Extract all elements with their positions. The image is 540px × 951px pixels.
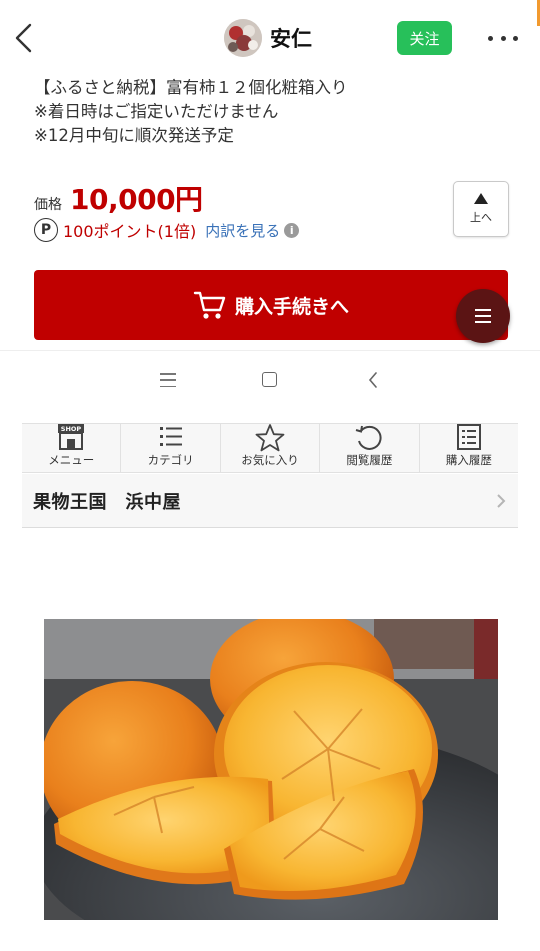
- description-line: 【ふるさと納税】富有柿１２個化粧箱入り: [34, 78, 348, 97]
- app-top-bar: 安仁 关注: [0, 0, 540, 78]
- price-value: 10,000円: [70, 183, 203, 216]
- recent-apps-icon[interactable]: [160, 373, 176, 387]
- description-line: ※着日時はご指定いただけません: [34, 102, 279, 121]
- price-row: 価格 10,000円: [34, 178, 203, 218]
- description-line: ※12月中旬に順次発送予定: [34, 126, 234, 145]
- menu-line: [475, 309, 491, 311]
- chevron-right-icon: [497, 494, 506, 508]
- info-icon[interactable]: i: [284, 222, 300, 238]
- more-dot: [488, 35, 493, 41]
- account-header[interactable]: 安仁: [224, 18, 312, 58]
- points-icon: P: [34, 218, 58, 242]
- system-back-icon[interactable]: [367, 371, 379, 389]
- follow-button[interactable]: 关注: [397, 21, 452, 55]
- shopnav-label: お気に入り: [241, 453, 299, 467]
- scroll-to-top-label: 上へ: [470, 211, 492, 224]
- avatar-image: [224, 19, 262, 57]
- shopnav-label: カテゴリ: [147, 453, 194, 467]
- shop-name: 果物王国 浜中屋: [33, 491, 181, 513]
- points-row: P 100ポイント(1倍) 内訳を見る i: [34, 217, 300, 243]
- recent-line: [160, 385, 176, 387]
- price-label: 価格: [34, 197, 62, 213]
- shopnav-item-favorites[interactable]: お気に入り: [221, 424, 321, 472]
- shopnav-label: 購入履歴: [445, 453, 492, 467]
- shopnav-item-purchase-history[interactable]: 購入履歴: [420, 424, 518, 472]
- account-name: 安仁: [270, 27, 312, 51]
- more-icon[interactable]: [488, 28, 518, 48]
- avatar[interactable]: [224, 19, 262, 57]
- history-icon: [356, 425, 382, 450]
- menu-line: [475, 315, 491, 317]
- system-navigation-bar: [0, 350, 540, 408]
- purchase-label: 購入手続きへ: [234, 295, 349, 318]
- shopnav-label: 閲覧履歴: [346, 453, 393, 467]
- purchase-button[interactable]: 購入手続きへ: [34, 270, 508, 340]
- shopnav-label: メニュー: [48, 453, 95, 467]
- more-dot: [500, 35, 506, 41]
- shopnav-item-menu[interactable]: SHOP メニュー: [22, 424, 122, 472]
- scroll-to-top-button[interactable]: 上へ: [453, 181, 509, 237]
- recent-line: [160, 379, 176, 381]
- product-description: 【ふるさと納税】富有柿１２個化粧箱入り ※着日時はご指定いただけません ※12月…: [34, 76, 514, 148]
- floating-menu-button[interactable]: [456, 289, 510, 343]
- menu-line: [475, 321, 491, 323]
- persimmon-photo: [44, 619, 498, 920]
- shop-icon: SHOP: [58, 424, 85, 450]
- more-dot: [513, 35, 518, 41]
- product-image[interactable]: [44, 619, 498, 920]
- star-icon: [255, 424, 285, 452]
- receipt-icon: [456, 424, 481, 450]
- shopnav-item-browsing-history[interactable]: 閲覧履歴: [320, 424, 420, 472]
- points-text: 100ポイント(1倍): [63, 222, 197, 241]
- breakdown-link[interactable]: 内訳を見る: [205, 220, 280, 241]
- cart-icon: [193, 291, 226, 319]
- shop-link-row[interactable]: 果物王国 浜中屋: [22, 474, 518, 528]
- recent-line: [160, 373, 176, 375]
- arrow-up-icon: [474, 193, 488, 204]
- shop-navigation: SHOP メニュー カテゴリ お気に入り 閲覧履歴 購入履歴: [22, 423, 518, 473]
- home-icon[interactable]: [262, 372, 277, 387]
- list-icon: [159, 427, 182, 446]
- chevron-left-icon[interactable]: [10, 20, 40, 56]
- shopnav-item-category[interactable]: カテゴリ: [121, 424, 221, 472]
